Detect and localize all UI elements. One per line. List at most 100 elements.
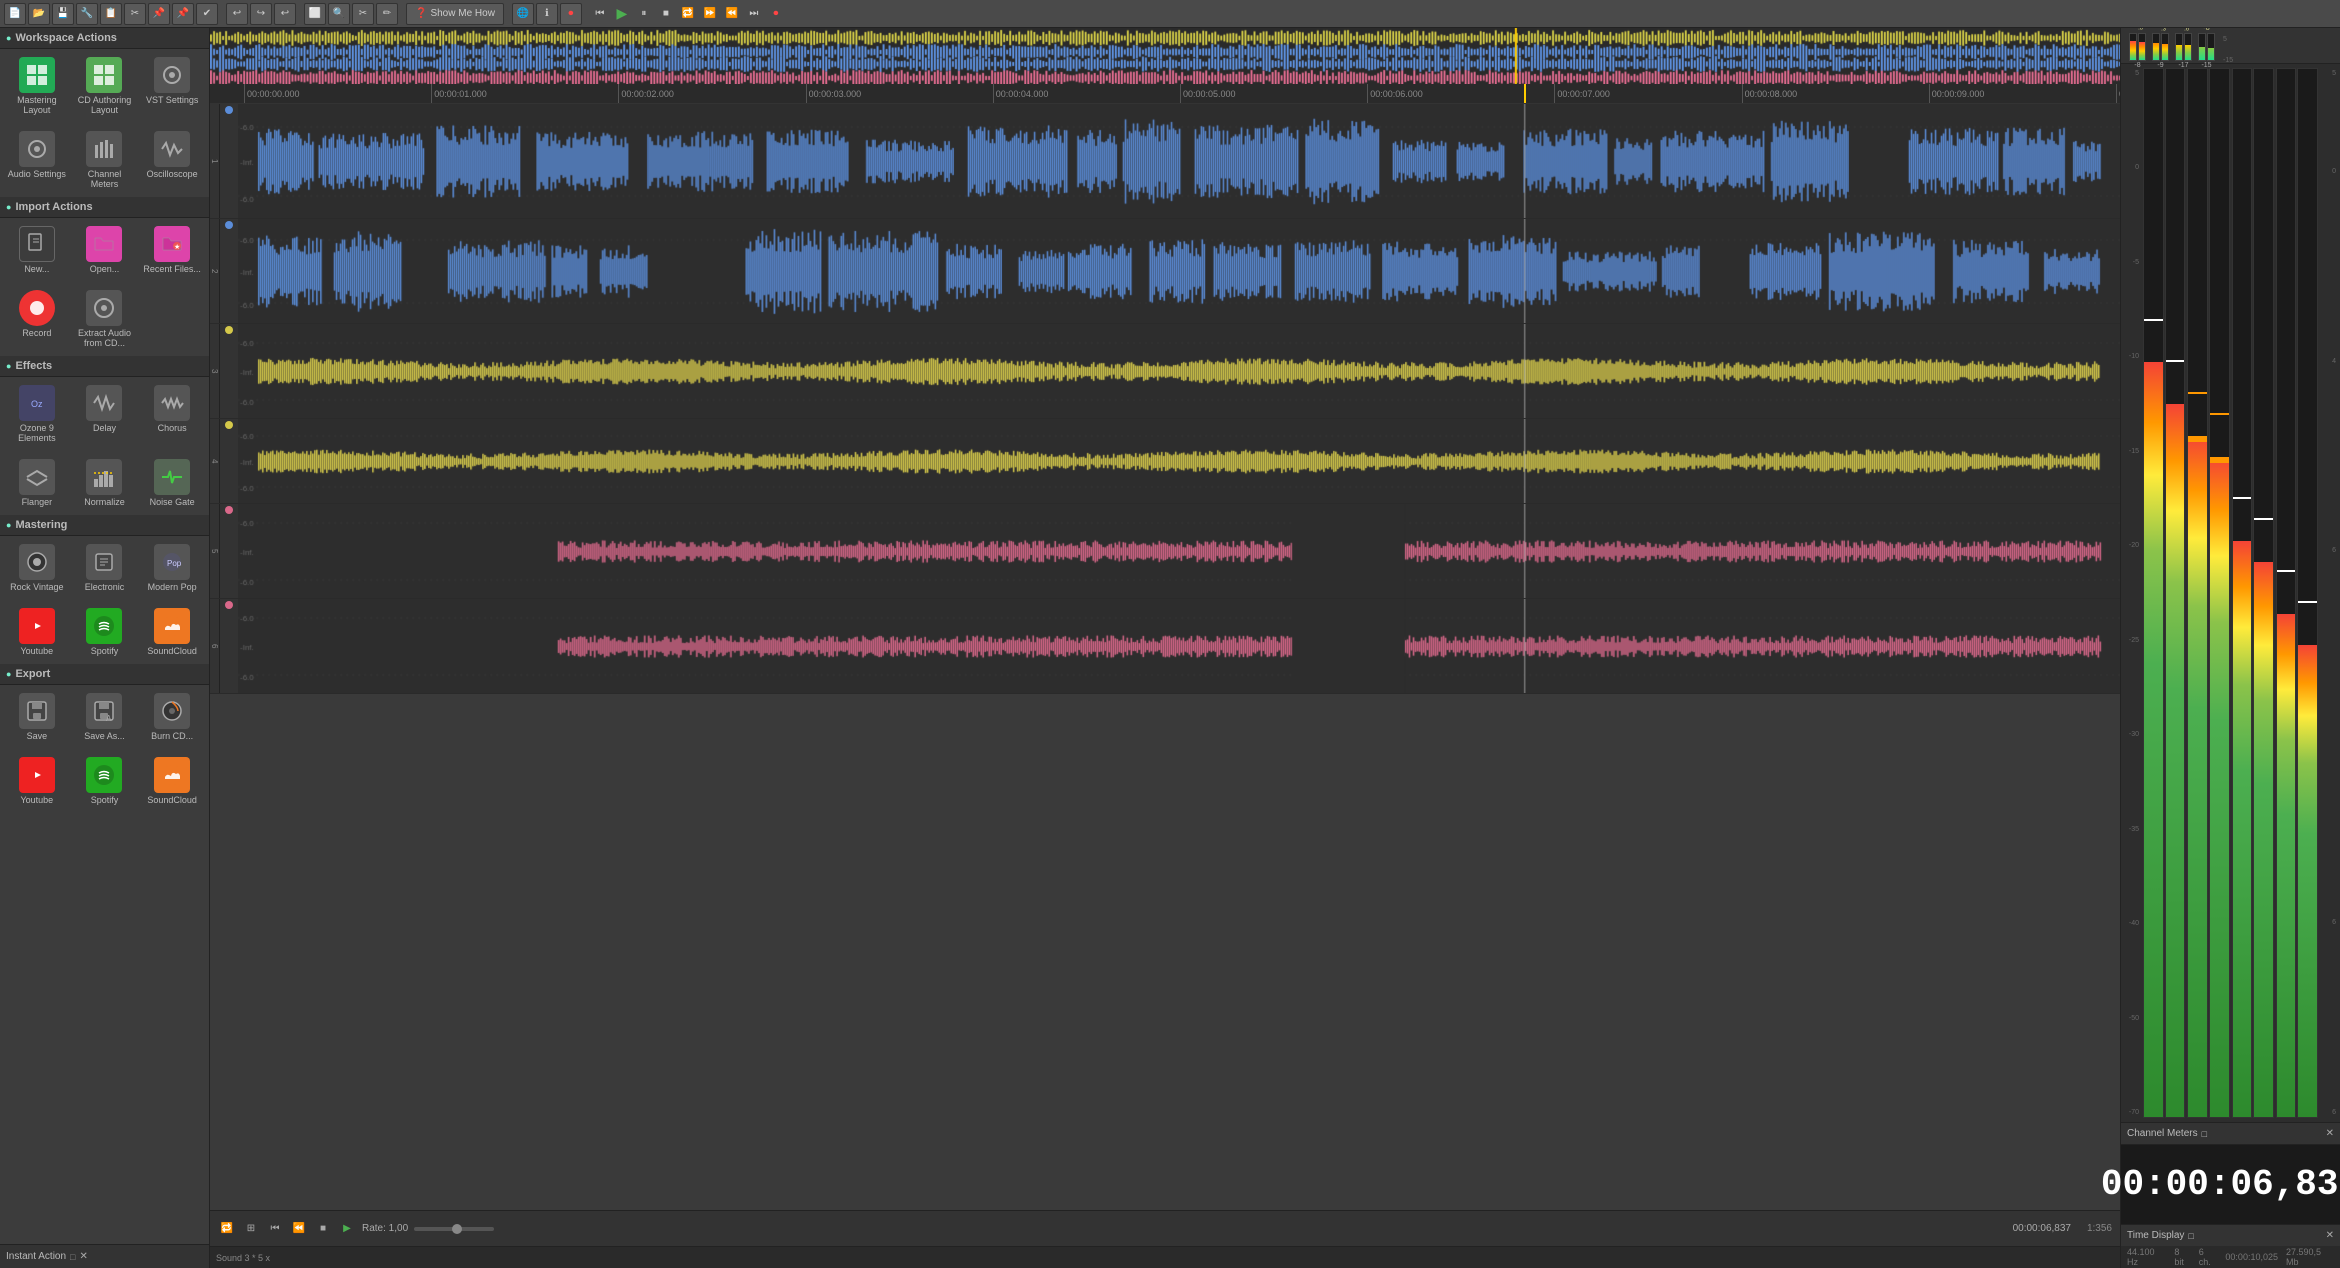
ozone-btn[interactable]: Oz Ozone 9 Elements [4,381,70,447]
transport-end-btn[interactable]: ⏭ [744,4,764,24]
time-display-close[interactable]: ✕ [2326,1230,2334,1241]
soundcloud-share-btn[interactable]: SoundCloud [139,604,205,660]
rscale--40: 6 [2322,919,2336,926]
record-btn[interactable]: Record [4,286,70,352]
loop-icon[interactable]: 🔁 [218,1220,236,1238]
rate-slider[interactable] [414,1227,494,1231]
transport-play-btn[interactable]: ▶ [612,4,632,24]
toolbar-open-btn[interactable]: 📂 [28,3,50,25]
channel-meters-label: Channel Meters [74,169,136,189]
goto-start-btn[interactable]: ⏮ [266,1220,284,1238]
track-content-4 [220,419,2120,503]
rock-vintage-btn[interactable]: Rock Vintage [4,540,70,596]
toolbar-btn9[interactable]: ✔ [196,3,218,25]
save-btn[interactable]: Save [4,689,70,745]
channel-meters-icon [86,131,122,167]
ruler-marker-10: 00:00:10 [2116,84,2120,103]
chorus-icon [154,385,190,421]
toolbar-btn8[interactable]: 📌 [172,3,194,25]
effects-header[interactable]: ● Effects [0,356,209,377]
open-file-btn[interactable]: Open... [72,222,138,278]
electronic-btn[interactable]: Electronic [72,540,138,596]
toolbar-new-btn[interactable]: 📄 [4,3,26,25]
youtube-export-btn[interactable]: Youtube [4,753,70,809]
show-me-how-btn[interactable]: ❓ Show Me How [406,3,504,25]
vst-settings-btn[interactable]: VST Settings [139,53,205,119]
track-row: 4 [210,419,2120,504]
flanger-btn[interactable]: Flanger [4,455,70,511]
toolbar-undo-btn[interactable]: ↩ [226,3,248,25]
audio-settings-btn[interactable]: Audio Settings [4,127,70,193]
toolbar-btn7[interactable]: 📌 [148,3,170,25]
toolbar-btn14[interactable]: ✏ [376,3,398,25]
instant-action-close[interactable]: ✕ [79,1251,87,1262]
workspace-actions-header[interactable]: ● Workspace Actions [0,28,209,49]
mastering-header[interactable]: ● Mastering [0,515,209,536]
new-file-icon [19,226,55,262]
track-content-1 [220,104,2120,218]
spotify-share-btn[interactable]: Spotify [72,604,138,660]
toolbar-btn5[interactable]: 📋 [100,3,122,25]
import-actions-header[interactable]: ● Import Actions [0,197,209,218]
meter-pair-4 [2276,68,2318,1118]
stop-bottom-btn[interactable]: ■ [314,1220,332,1238]
transport-record-btn[interactable]: ⏺ [766,4,786,24]
toolbar-btn12[interactable]: 🔍 [328,3,350,25]
transport-ff-btn[interactable]: ⏩ [700,4,720,24]
burn-cd-btn[interactable]: Burn CD... [139,689,205,745]
oscilloscope-btn[interactable]: Oscilloscope [139,127,205,193]
toolbar-btn6[interactable]: ✂ [124,3,146,25]
prev-btn[interactable]: ⏪ [290,1220,308,1238]
ruler-marker-2: 00:00:02.000 [618,84,674,103]
toolbar-redo-btn[interactable]: ↪ [250,3,272,25]
soundcloud-export-btn[interactable]: SoundCloud [139,753,205,809]
play-bottom-btn[interactable]: ▶ [338,1220,356,1238]
toolbar-btn10[interactable]: ↩ [274,3,296,25]
modern-pop-btn[interactable]: Pop Modern Pop [139,540,205,596]
toolbar-save-btn[interactable]: 💾 [52,3,74,25]
channel-meters-btn[interactable]: Channel Meters [72,127,138,193]
snap-icon[interactable]: ⊞ [242,1220,260,1238]
cd-authoring-btn[interactable]: CD Authoring Layout [72,53,138,119]
bottom-status-bar: Sound 3 * 5 x [210,1246,2120,1268]
export-header[interactable]: ● Export [0,664,209,685]
rate-label: Rate: 1,00 [362,1223,408,1234]
transport-stop-btn[interactable]: ■ [656,4,676,24]
freq-file-size: 27.590,5 Mb [2286,1247,2334,1267]
transport-loop-btn[interactable]: 🔁 [678,4,698,24]
toolbar-www-btn[interactable]: 🌐 [512,3,534,25]
time-display-icon: □ [2188,1231,2193,1241]
transport-rw-btn[interactable]: ⏪ [722,4,742,24]
minimap[interactable] [210,28,2120,84]
save-as-btn[interactable]: A Save As... [72,689,138,745]
recent-files-btn[interactable]: ★ Recent Files... [139,222,205,278]
waveform-canvas-3 [238,324,2120,418]
chorus-btn[interactable]: Chorus [139,381,205,447]
rock-vintage-label: Rock Vintage [10,582,63,592]
meters-main: 5 0 -5 -10 -15 -20 -25 -30 -35 -40 -50 -… [2121,64,2340,1122]
normalize-btn[interactable]: Normalize [72,455,138,511]
meter-mini-2l [2152,33,2160,61]
new-file-btn[interactable]: New... [4,222,70,278]
mastering-layout-btn[interactable]: Mastering Layout [4,53,70,119]
toolbar-info-btn[interactable]: ℹ [536,3,558,25]
audio-settings-label: Audio Settings [8,169,66,179]
transport-goto-start[interactable]: ⏮ [590,4,610,24]
delay-btn[interactable]: Delay [72,381,138,447]
spotify-export-btn[interactable]: Spotify [72,753,138,809]
toolbar-btn11[interactable]: ⬜ [304,3,326,25]
channel-meters-close-btn[interactable]: ✕ [2326,1128,2334,1139]
youtube-share-btn[interactable]: Youtube [4,604,70,660]
track-waveform-4 [238,419,2120,503]
toolbar-btn4[interactable]: 🔧 [76,3,98,25]
toolbar-rec-btn[interactable]: ⏺ [560,3,582,25]
share-grid: Youtube Spotify SoundCloud [0,600,209,664]
tracks-container[interactable]: 1 2 [210,104,2120,1210]
transport-pause-btn[interactable]: ⏸ [634,4,654,24]
toolbar-btn13[interactable]: ✂ [352,3,374,25]
ozone-icon: Oz [19,385,55,421]
noise-gate-btn[interactable]: Noise Gate [139,455,205,511]
youtube-share-icon [19,608,55,644]
meter-scale-right: 5 0 4 6 6 6 [2322,68,2336,1118]
extract-cd-btn[interactable]: Extract Audio from CD... [72,286,138,352]
